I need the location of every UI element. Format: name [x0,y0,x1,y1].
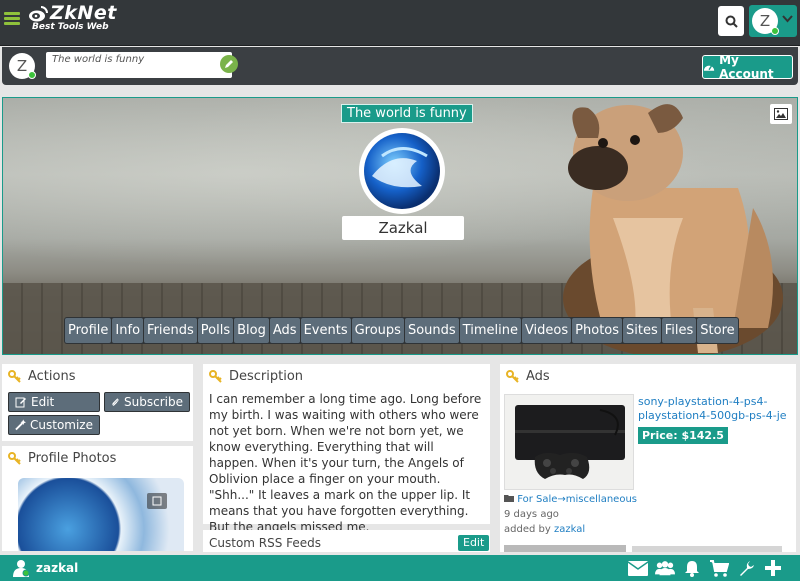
key-icon [209,369,222,383]
tab-blog[interactable]: Blog [234,318,269,343]
tab-store[interactable]: Store [697,318,738,343]
description-panel: Description I can remember a long time a… [203,364,490,534]
tab-friends[interactable]: Friends [144,318,197,343]
messages-button[interactable] [628,559,648,577]
account-menu-button[interactable]: Z [749,5,797,37]
bell-icon [685,560,699,577]
friends-button[interactable] [655,559,675,577]
tab-groups[interactable]: Groups [351,318,404,343]
profile-cover: The world is funny Zazkal Profile Info F… [2,97,798,355]
playstation-photo [515,405,625,479]
key-icon [8,451,21,465]
rss-title: Custom RSS Feeds [209,536,322,550]
tab-sounds[interactable]: Sounds [404,318,459,343]
wrench-icon [739,560,754,576]
tab-ads[interactable]: Ads [269,318,300,343]
edit-status-button[interactable] [220,55,238,73]
add-button[interactable] [763,559,783,577]
magic-wand-icon [15,419,26,431]
next-ad-title[interactable] [632,546,782,552]
customize-label: Customize [30,418,93,432]
subscribe-label: Subscribe [124,395,183,409]
actions-title: Actions [28,369,76,384]
ad-category[interactable]: For Sale→miscellaneous [504,494,637,505]
bottom-icons [628,559,783,577]
change-cover-button[interactable] [770,104,792,124]
ad-image[interactable] [504,394,634,490]
edit-icon [15,397,26,408]
rss-edit-button[interactable]: Edit [458,535,490,551]
tab-info[interactable]: Info [112,318,144,343]
search-button[interactable] [718,6,744,36]
online-indicator [28,71,36,79]
profile-avatar[interactable] [359,128,445,214]
users-icon [655,561,675,576]
tab-videos[interactable]: Videos [521,318,572,343]
user-icon [13,560,30,577]
ads-panel: Ads sony-playstation-4-ps4-playstation4-… [500,364,796,552]
tab-timeline[interactable]: Timeline [459,318,521,343]
pencil-icon [225,60,233,68]
dashboard-icon [703,65,715,71]
profile-tabs: Profile Info Friends Polls Blog Ads Even… [64,317,739,344]
current-user[interactable]: zazkal [12,559,78,577]
tab-photos[interactable]: Photos [572,318,623,343]
ad-price: Price: $142.5 [638,427,728,444]
edit-profile-button[interactable]: Edit [8,392,100,412]
envelope-icon [628,560,648,576]
edit-label: Edit [31,395,55,409]
image-icon [774,108,788,120]
profile-photo-thumbnail[interactable] [18,478,184,551]
status-bar: Z The world is funny My Account [2,47,798,85]
ad-title-link[interactable]: sony-playstation-4-ps4-playstation4-500g… [638,395,788,423]
my-account-label: My Account [719,53,774,81]
brand-name: ZkNet [50,2,117,24]
paperclip-icon [112,398,119,406]
brand-tagline: Best Tools Web [32,22,109,32]
my-account-button[interactable]: My Account [702,53,793,81]
tab-events[interactable]: Events [300,318,351,343]
status-input[interactable]: The world is funny [46,52,232,78]
bottom-bar: zazkal [0,555,800,581]
key-icon [8,369,21,383]
tab-profile[interactable]: Profile [65,318,112,343]
tab-files[interactable]: Files [661,318,697,343]
ad-time: 9 days ago [504,509,559,520]
customize-button[interactable]: Customize [8,415,100,435]
description-text: I can remember a long time ago. Long bef… [209,392,482,534]
profile-name: Zazkal [342,216,464,240]
chevron-down-icon [782,15,793,23]
rss-feeds-panel: Custom RSS Feeds Edit [203,530,490,552]
top-bar: ZkNet Best Tools Web Z [0,0,800,46]
logo[interactable]: ZkNet Best Tools Web [28,2,117,32]
plus-icon [765,560,781,576]
photo-action-icon[interactable] [146,492,168,510]
key-icon [506,369,519,383]
notifications-button[interactable] [682,559,702,577]
online-indicator [771,27,779,35]
cart-button[interactable] [709,559,729,577]
tab-polls[interactable]: Polls [197,318,234,343]
folder-icon [504,495,514,502]
settings-button[interactable] [736,559,756,577]
actions-panel: Actions Edit Subscribe Customize [2,364,193,441]
globe-avatar-icon [364,133,440,209]
profile-photos-panel: Profile Photos [2,446,193,551]
ad-author-link[interactable]: zazkal [554,524,585,535]
cart-icon [709,559,729,577]
weibo-logo-icon [29,5,48,21]
subscribe-button[interactable]: Subscribe [104,392,190,412]
ads-title: Ads [526,369,550,384]
ad-added-by-prefix: added by [504,524,551,535]
current-username: zazkal [36,561,79,575]
cover-title: The world is funny [341,104,473,123]
profile-photos-title: Profile Photos [28,451,117,466]
ad-category-link[interactable]: For Sale→miscellaneous [517,494,637,505]
ad-added-by: added by zazkal [504,524,585,535]
description-title: Description [229,369,304,384]
menu-icon[interactable] [4,12,20,26]
next-ad-image[interactable] [504,545,626,552]
search-icon [725,15,738,28]
tab-sites[interactable]: Sites [623,318,661,343]
